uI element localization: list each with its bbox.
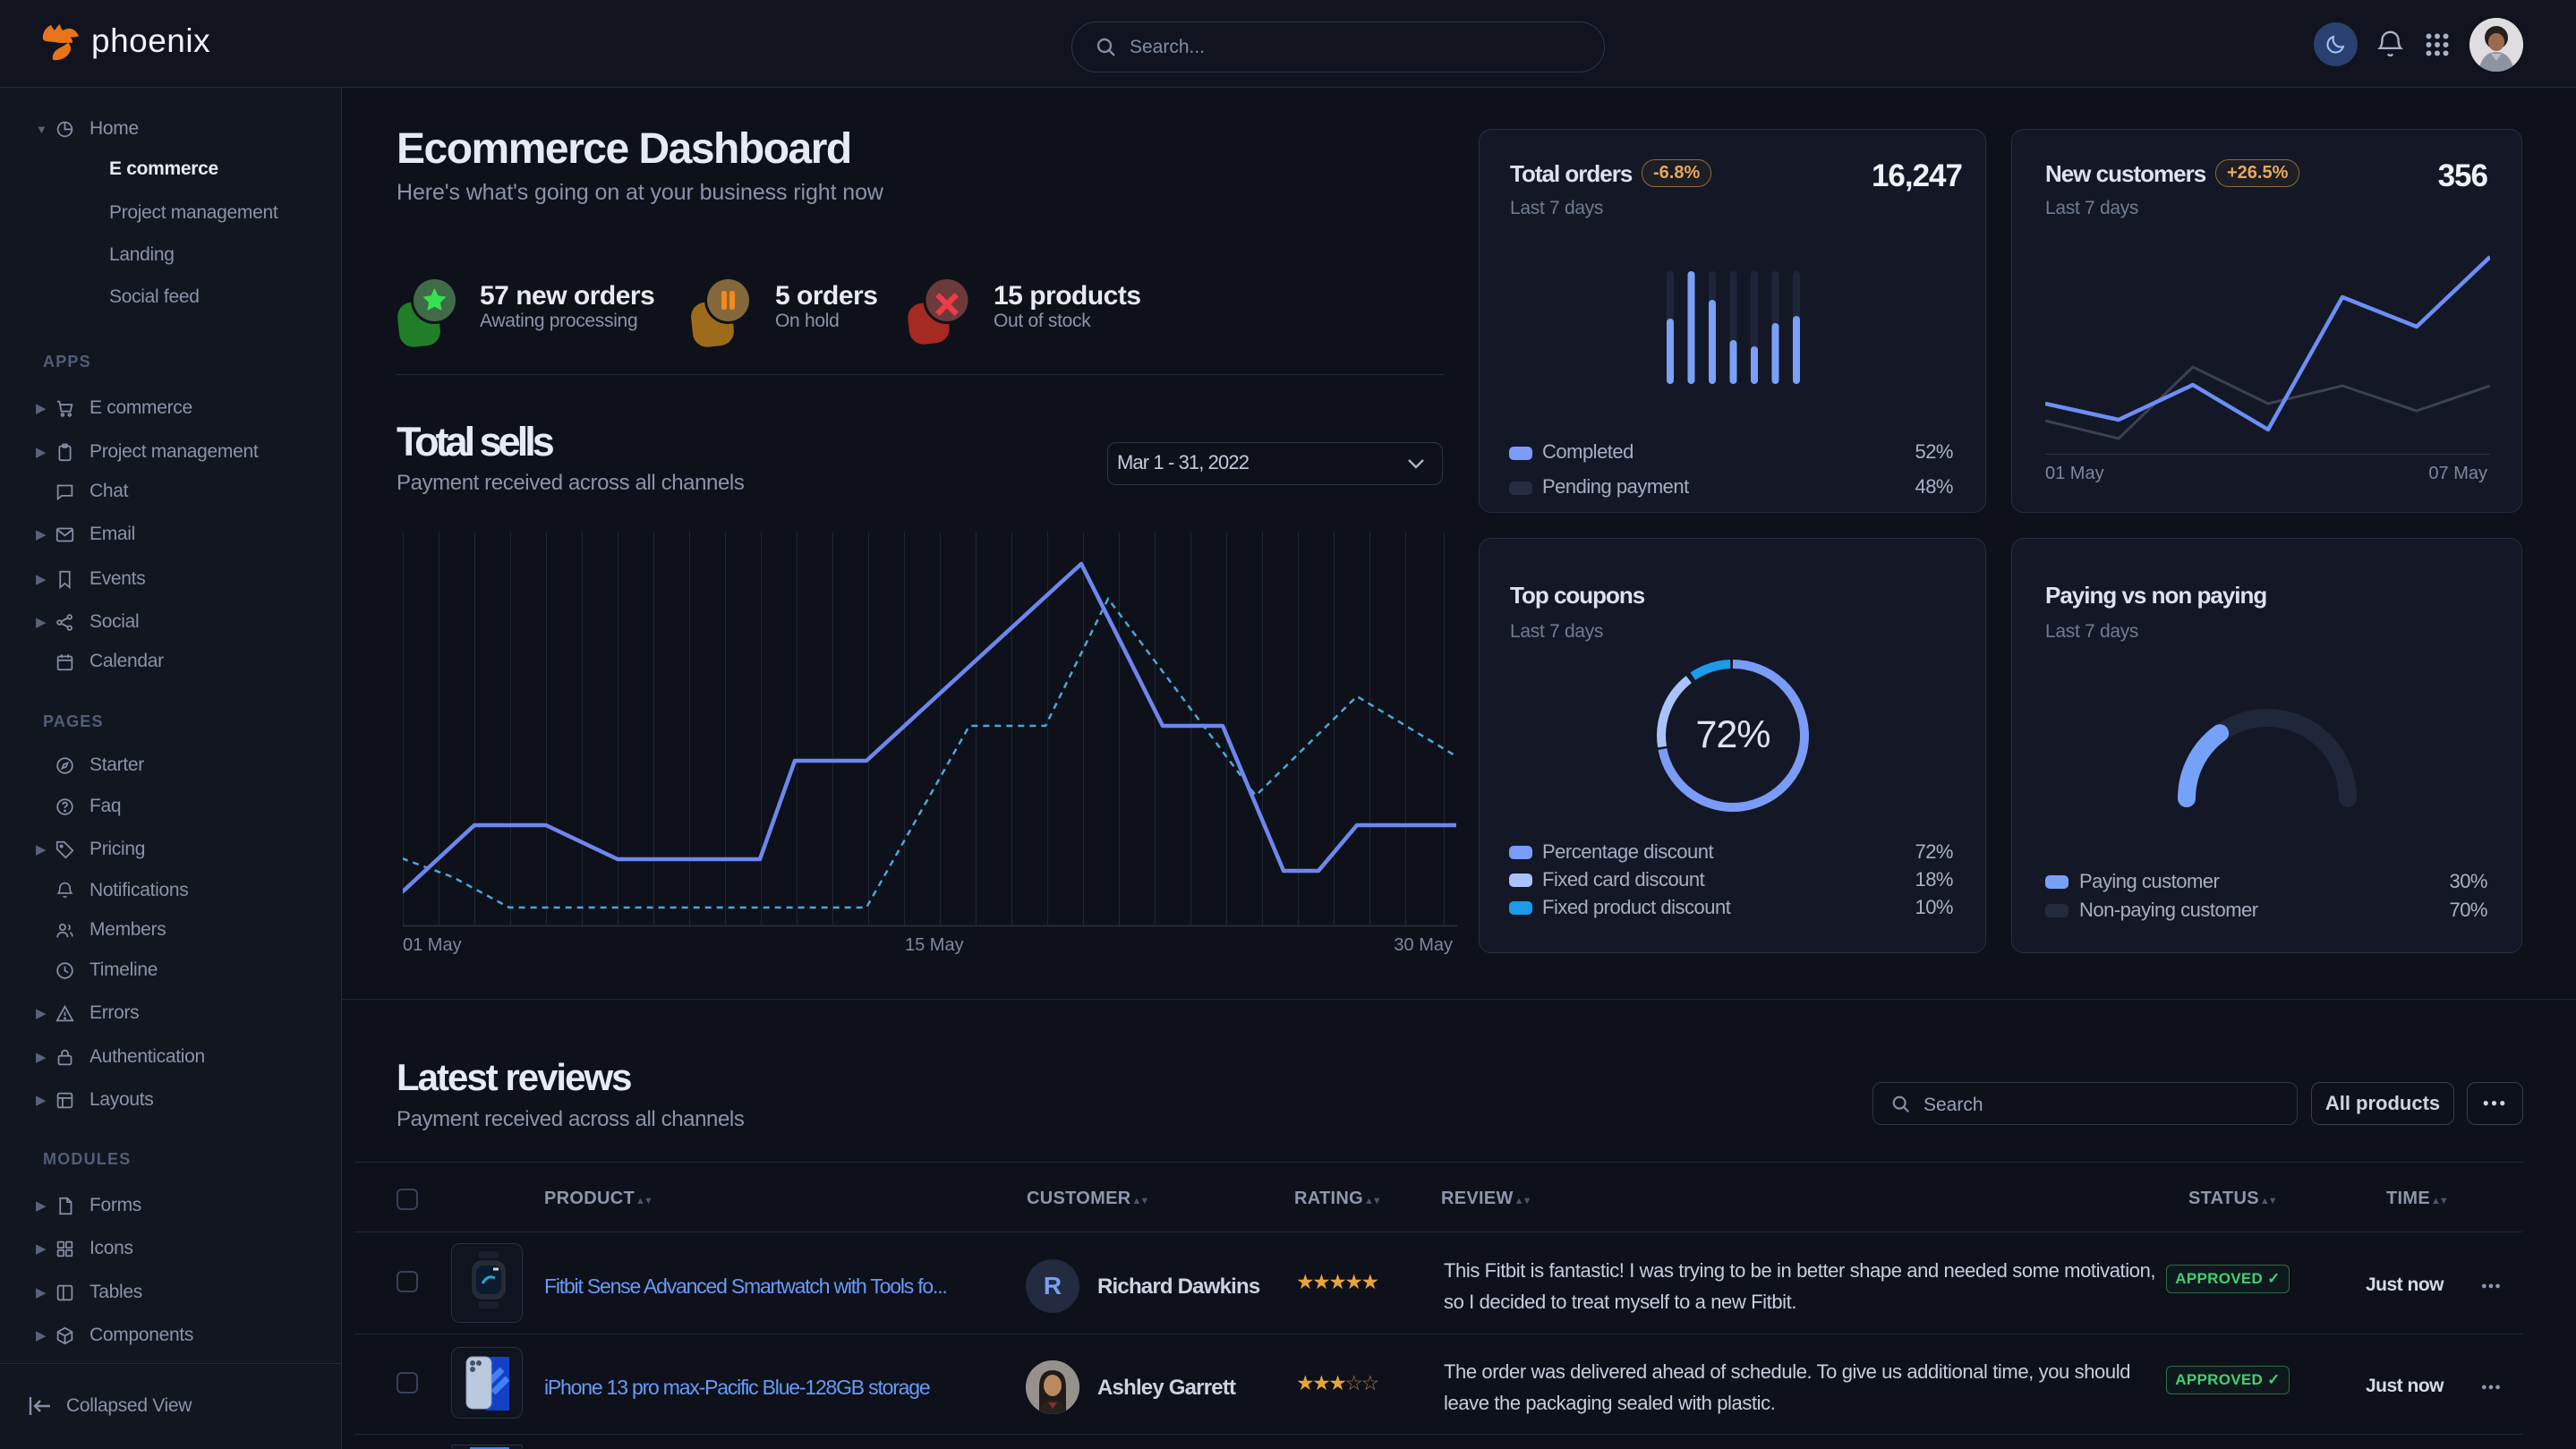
svg-text:72%: 72% <box>1695 713 1770 756</box>
